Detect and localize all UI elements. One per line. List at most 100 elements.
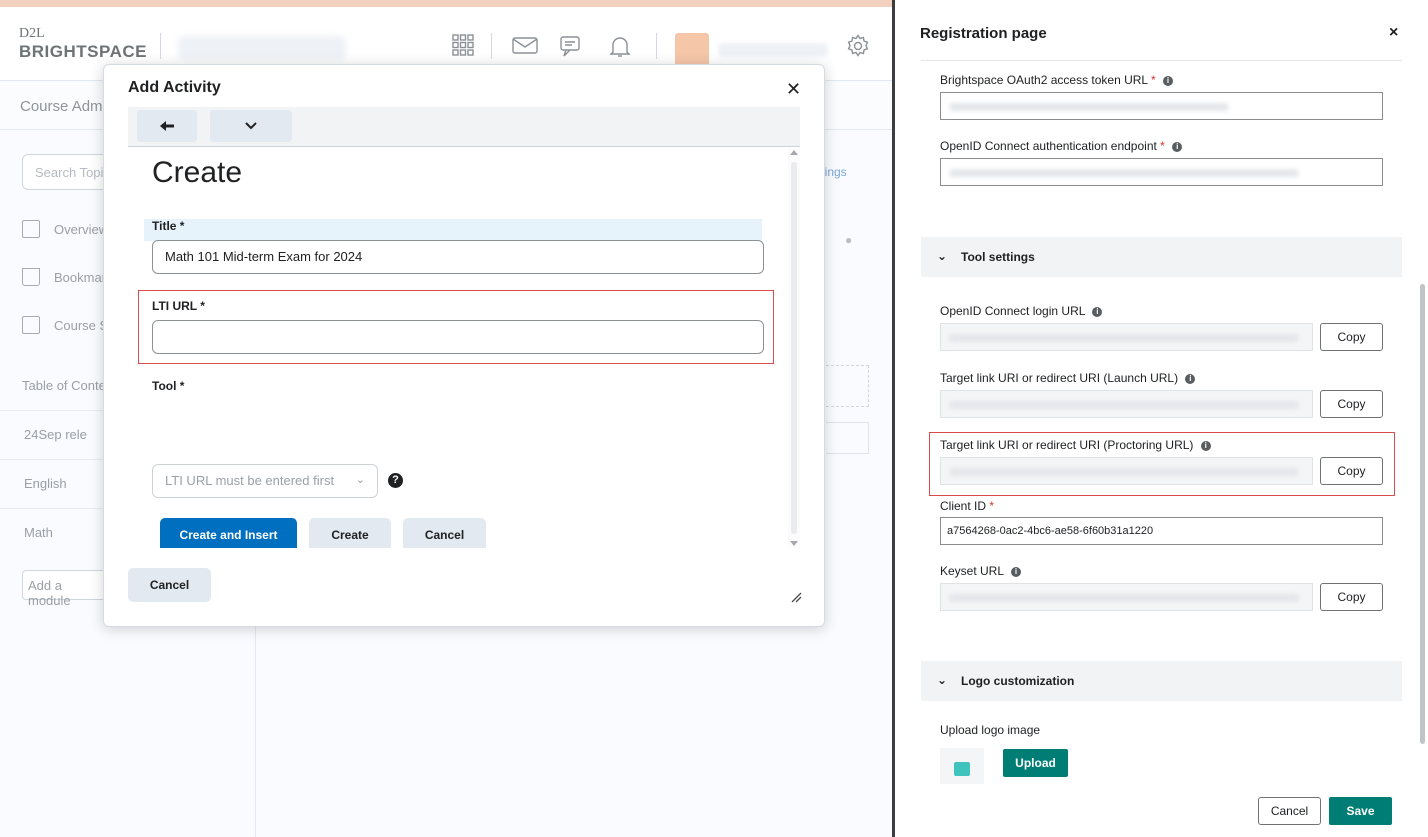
bookmark-icon [22,268,40,286]
title-input[interactable]: Math 101 Mid-term Exam for 2024 [152,240,764,274]
oauth2-token-url-input[interactable] [940,92,1383,120]
chevron-down-icon: ⌄ [937,673,948,687]
add-module-input[interactable]: Add a module [22,570,112,608]
sidebar-item-bookmarks[interactable]: Bookmar [22,268,106,286]
tool-settings-label: Tool settings [961,250,1035,264]
table-of-contents-label[interactable]: Table of Conte [22,378,106,393]
chevron-down-icon [245,122,257,130]
add-activity-dialog: Add Activity ✕ Create Title * Math 101 M… [103,64,825,627]
footer-cancel-button[interactable]: Cancel [128,568,211,602]
client-id-input[interactable]: a7564268-0ac2-4bc6-ae58-6f60b31a1220 [940,517,1383,545]
copy-keyset-url-button[interactable]: Copy [1320,583,1383,611]
info-icon[interactable]: i [1163,76,1174,86]
tool-label: Tool * [152,379,185,393]
avatar[interactable] [675,33,709,67]
save-button[interactable]: Save [1329,797,1392,825]
required-marker: * [989,499,995,513]
openid-login-url-field[interactable] [940,323,1313,351]
arrow-left-icon [160,121,174,131]
keyset-url-label: Keyset URL i [940,564,1021,578]
scroll-up-icon[interactable] [790,150,798,155]
user-name-blurred[interactable] [718,43,828,57]
blurred-value [949,594,1299,602]
copy-launch-url-button[interactable]: Copy [1320,390,1383,418]
mail-icon[interactable] [512,34,538,61]
panel-cancel-button[interactable]: Cancel [1258,797,1321,825]
sidebar-item-label: Overview [54,221,109,237]
logo-customization-label: Logo customization [961,674,1075,688]
tool-select[interactable]: LTI URL must be entered first ⌄ [152,464,378,498]
close-icon[interactable]: ✕ [786,79,801,100]
resize-grip-icon[interactable] [790,591,802,606]
blurred-value [949,468,1299,476]
info-icon[interactable]: i [1010,567,1021,577]
gear-icon[interactable] [846,34,870,63]
course-admin-link[interactable]: Course Adm [20,98,103,115]
blurred-value [949,103,1229,111]
menu-dropdown-button[interactable] [210,110,292,142]
launch-url-label-text: Target link URI or redirect URI (Launch … [940,371,1179,385]
client-id-label: Client ID * [940,499,994,513]
create-button[interactable]: Create [309,518,391,548]
help-icon[interactable]: ? [388,473,403,488]
oauth2-token-url-label-text: Brightspace OAuth2 access token URL [940,73,1148,87]
module-label: 24Sep rele [24,427,87,442]
content-box [826,422,869,454]
cancel-button[interactable]: Cancel [403,518,486,548]
bell-icon[interactable] [609,34,631,63]
keyset-url-label-text: Keyset URL [940,564,1004,578]
upload-button[interactable]: Upload [1003,749,1068,777]
proctoring-url-label-text: Target link URI or redirect URI (Proctor… [940,438,1194,452]
sidebar-item-overview[interactable]: Overview [22,220,108,238]
panel-scrollbar[interactable] [1420,66,1426,782]
drop-zone [826,365,869,407]
waffle-icon[interactable] [452,34,474,61]
divider [921,60,1402,61]
back-button[interactable] [137,110,197,142]
module-label: Math [24,525,53,540]
info-icon[interactable]: i [1092,307,1103,317]
proctoring-url-field[interactable] [940,457,1313,485]
copy-openid-login-url-button[interactable]: Copy [1320,323,1383,351]
scroll-down-icon[interactable] [790,541,798,546]
blurred-value [949,334,1299,342]
client-id-label-text: Client ID [940,499,987,513]
brightspace-logo[interactable]: D2L BRIGHTSPACE [19,27,147,61]
tool-settings-section-header[interactable]: ⌄ Tool settings [921,237,1402,277]
required-marker: * [1160,139,1165,153]
launch-url-field[interactable] [940,390,1313,418]
top-accent-stripe [0,0,892,7]
lti-url-input[interactable] [152,320,764,354]
chevron-down-icon: ⌄ [355,474,365,486]
openid-login-url-label: OpenID Connect login URL i [940,304,1103,318]
scroll-thumb[interactable] [791,162,797,534]
oauth2-token-url-label: Brightspace OAuth2 access token URL * i [940,73,1174,87]
scroll-thumb[interactable] [1420,284,1425,744]
logo-preview [940,748,984,784]
chat-icon[interactable] [558,34,584,63]
dialog-toolbar [128,107,800,147]
openid-auth-endpoint-input[interactable] [940,158,1383,186]
course-name-blurred[interactable] [178,36,346,60]
page-heading: Create [152,156,243,189]
dialog-title: Add Activity [128,79,221,96]
logo-customization-section-header[interactable]: ⌄ Logo customization [921,661,1402,701]
required-marker: * [1151,73,1156,87]
sidebar-item-label: Course S [54,317,109,333]
copy-proctoring-url-button[interactable]: Copy [1320,457,1383,485]
openid-login-url-label-text: OpenID Connect login URL [940,304,1085,318]
upload-logo-label: Upload logo image [940,723,1041,737]
eye-icon[interactable]: ● [845,233,852,247]
blurred-value [949,401,1299,409]
dialog-scrollbar[interactable] [788,148,800,548]
info-icon[interactable]: i [1172,142,1183,152]
keyset-url-field[interactable] [940,583,1313,611]
info-icon[interactable]: i [1200,441,1211,451]
title-highlight [144,219,762,241]
sidebar-item-course-schedule[interactable]: Course S [22,316,108,334]
sidebar-item-label: Bookmar [54,269,107,285]
search-placeholder: Search Topi [35,165,104,180]
create-and-insert-button[interactable]: Create and Insert [160,518,297,548]
info-icon[interactable]: i [1185,374,1196,384]
close-icon[interactable]: × [1389,24,1398,42]
